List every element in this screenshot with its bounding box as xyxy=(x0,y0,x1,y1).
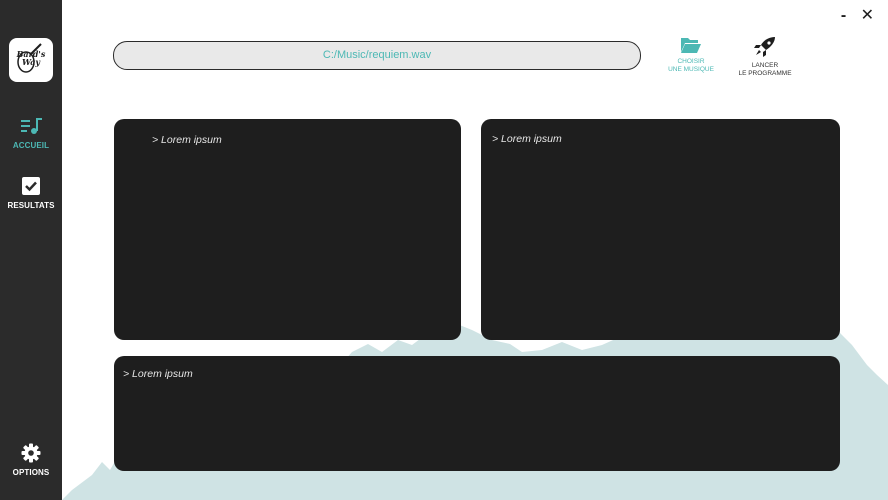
close-button[interactable]: ✕ xyxy=(861,7,874,25)
panel-text: > Lorem ipsum xyxy=(492,133,562,145)
launch-program-label: LANCER LE PROGRAMME xyxy=(738,62,792,77)
music-list-icon xyxy=(21,118,42,134)
panel-text: > Lorem ipsum xyxy=(123,368,193,380)
output-panel-bottom: > Lorem ipsum xyxy=(114,356,840,471)
panel-text: > Lorem ipsum xyxy=(152,134,222,146)
logo-text: Bard's Way xyxy=(16,49,46,67)
sidebar-item-resultats[interactable]: RESULTATS xyxy=(0,176,62,210)
launch-program-button[interactable]: LANCER LE PROGRAMME xyxy=(731,36,799,78)
output-panel-top-left: > Lorem ipsum xyxy=(114,119,461,340)
window-controls: - ✕ xyxy=(831,7,874,25)
sidebar-item-label: RESULTATS xyxy=(7,201,55,210)
app-logo: Bard's Way xyxy=(9,38,53,82)
sidebar-item-options[interactable]: OPTIONS xyxy=(0,443,62,477)
minimize-button[interactable]: - xyxy=(841,7,846,25)
rocket-icon xyxy=(754,37,775,57)
choose-music-button[interactable]: CHOISIR UNE MUSIQUE xyxy=(661,36,721,74)
choose-music-label: CHOISIR UNE MUSIQUE xyxy=(668,58,714,73)
folder-open-icon xyxy=(681,38,701,53)
file-path-field[interactable]: C:/Music/requiem.wav xyxy=(113,41,641,70)
sidebar-item-label: ACCUEIL xyxy=(12,141,50,150)
gear-icon xyxy=(21,443,41,463)
sidebar-item-label: OPTIONS xyxy=(12,468,50,477)
output-panel-top-right: > Lorem ipsum xyxy=(481,119,840,340)
checkbox-icon xyxy=(22,177,40,195)
sidebar: Bard's Way ACCUEIL RESULTATS OPTIONS xyxy=(0,0,62,500)
sidebar-item-accueil[interactable]: ACCUEIL xyxy=(0,116,62,150)
